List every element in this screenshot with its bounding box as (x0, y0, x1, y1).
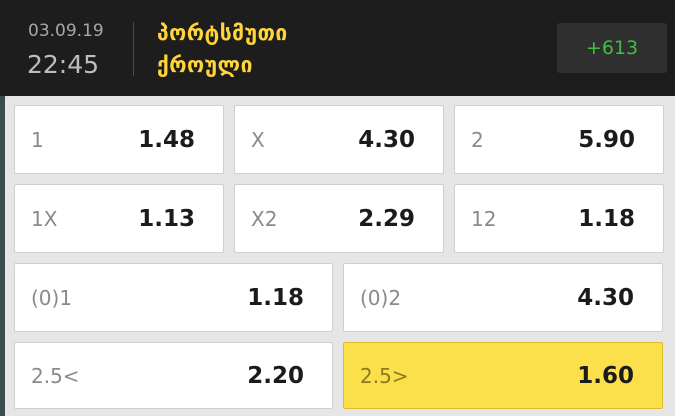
odd-label: 2 (471, 127, 484, 152)
odd-button-1[interactable]: 1 1.48 (14, 105, 224, 174)
odd-label: X2 (251, 206, 278, 231)
odd-label: 2.5< (31, 363, 80, 388)
odd-label: 2.5> (360, 363, 409, 388)
odd-value: 1.60 (577, 362, 634, 389)
odd-button-handicap-2[interactable]: (0)2 4.30 (343, 263, 663, 332)
odd-value: 1.18 (247, 284, 304, 311)
odd-button-under-2-5[interactable]: 2.5< 2.20 (14, 342, 333, 409)
odd-value: 1.48 (138, 126, 195, 153)
odd-value: 1.18 (578, 205, 635, 232)
odd-value: 1.13 (138, 205, 195, 232)
odd-label: (0)1 (31, 285, 73, 310)
odd-value: 5.90 (578, 126, 635, 153)
match-header: 03.09.19 22:45 პორტსმუთი ქროული +613 (0, 0, 675, 96)
odd-value: 4.30 (577, 284, 634, 311)
odd-button-over-2-5[interactable]: 2.5> 1.60 (343, 342, 663, 409)
odd-label: 12 (471, 206, 497, 231)
away-team-name: ქროული (157, 53, 253, 77)
odd-button-12[interactable]: 12 1.18 (454, 184, 664, 253)
odd-button-x[interactable]: X 4.30 (234, 105, 444, 174)
odd-label: 1 (31, 127, 44, 152)
odd-value: 2.29 (358, 205, 415, 232)
home-team-name: პორტსმუთი (157, 21, 288, 45)
header-divider (133, 22, 134, 76)
odd-label: X (251, 127, 265, 152)
more-markets-button[interactable]: +613 (557, 23, 667, 73)
odd-button-1x[interactable]: 1X 1.13 (14, 184, 224, 253)
odd-label: 1X (31, 206, 58, 231)
odd-button-x2[interactable]: X2 2.29 (234, 184, 444, 253)
match-time: 22:45 (27, 50, 100, 79)
odd-value: 2.20 (247, 362, 304, 389)
odd-button-2[interactable]: 2 5.90 (454, 105, 664, 174)
odd-button-handicap-1[interactable]: (0)1 1.18 (14, 263, 333, 332)
odd-value: 4.30 (358, 126, 415, 153)
odd-label: (0)2 (360, 285, 402, 310)
match-date: 03.09.19 (28, 21, 104, 41)
